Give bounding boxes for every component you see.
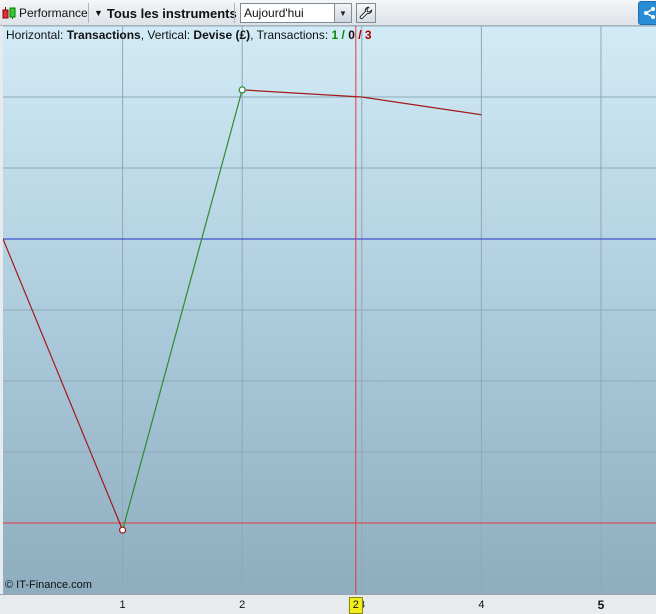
toolbar: Performance ▼ Tous les instruments Aujou… bbox=[0, 0, 656, 26]
trade-marker bbox=[118, 526, 127, 534]
vertical-label: , Vertical: bbox=[140, 28, 194, 42]
x-tick-label: 1 bbox=[119, 599, 126, 611]
share-button[interactable] bbox=[638, 1, 656, 25]
wrench-icon bbox=[359, 6, 373, 20]
toolbar-divider bbox=[88, 3, 89, 23]
loss-count: 3 bbox=[364, 28, 372, 42]
performance-button[interactable]: Performance bbox=[2, 0, 88, 26]
chevron-down-icon[interactable]: ▼ bbox=[334, 4, 351, 22]
horizontal-label: Horizontal: bbox=[6, 28, 67, 42]
horizontal-value: Transactions bbox=[66, 28, 141, 42]
x-tick-label: 5 bbox=[597, 598, 605, 612]
count-separator: / bbox=[338, 28, 349, 42]
x-tick-label: 2 bbox=[239, 599, 246, 611]
performance-label: Performance bbox=[19, 6, 88, 20]
chart-svg bbox=[3, 26, 656, 594]
toolbar-divider bbox=[234, 3, 235, 23]
info-bar: Horizontal: Transactions, Vertical: Devi… bbox=[6, 28, 372, 42]
vertical-value: Devise (£) bbox=[193, 28, 251, 42]
copyright-text: © IT-Finance.com bbox=[5, 579, 92, 591]
grid-lines bbox=[3, 26, 656, 594]
instruments-dropdown[interactable]: ▼ Tous les instruments bbox=[94, 0, 237, 26]
series-segment bbox=[242, 89, 362, 98]
series-segment bbox=[3, 238, 124, 531]
neutral-count: 0 bbox=[348, 28, 355, 42]
share-icon bbox=[644, 7, 655, 19]
x-tick-label: 4 bbox=[478, 599, 485, 611]
x-axis: 54321 2 bbox=[0, 594, 656, 614]
crosshair-x-label: 2 bbox=[348, 597, 363, 614]
instruments-label: Tous les instruments bbox=[106, 5, 237, 21]
caret-down-icon: ▼ bbox=[94, 8, 103, 18]
period-select[interactable]: Aujourd'hui ▼ bbox=[240, 3, 352, 23]
candlestick-icon bbox=[2, 7, 16, 19]
settings-button[interactable] bbox=[356, 3, 376, 23]
series-segment bbox=[361, 96, 482, 116]
performance-chart[interactable]: Horizontal: Transactions, Vertical: Devi… bbox=[3, 26, 656, 594]
count-separator: / bbox=[354, 28, 365, 42]
trade-marker bbox=[238, 86, 246, 94]
period-value: Aujourd'hui bbox=[244, 6, 304, 20]
transactions-label: , Transactions: bbox=[250, 28, 332, 42]
